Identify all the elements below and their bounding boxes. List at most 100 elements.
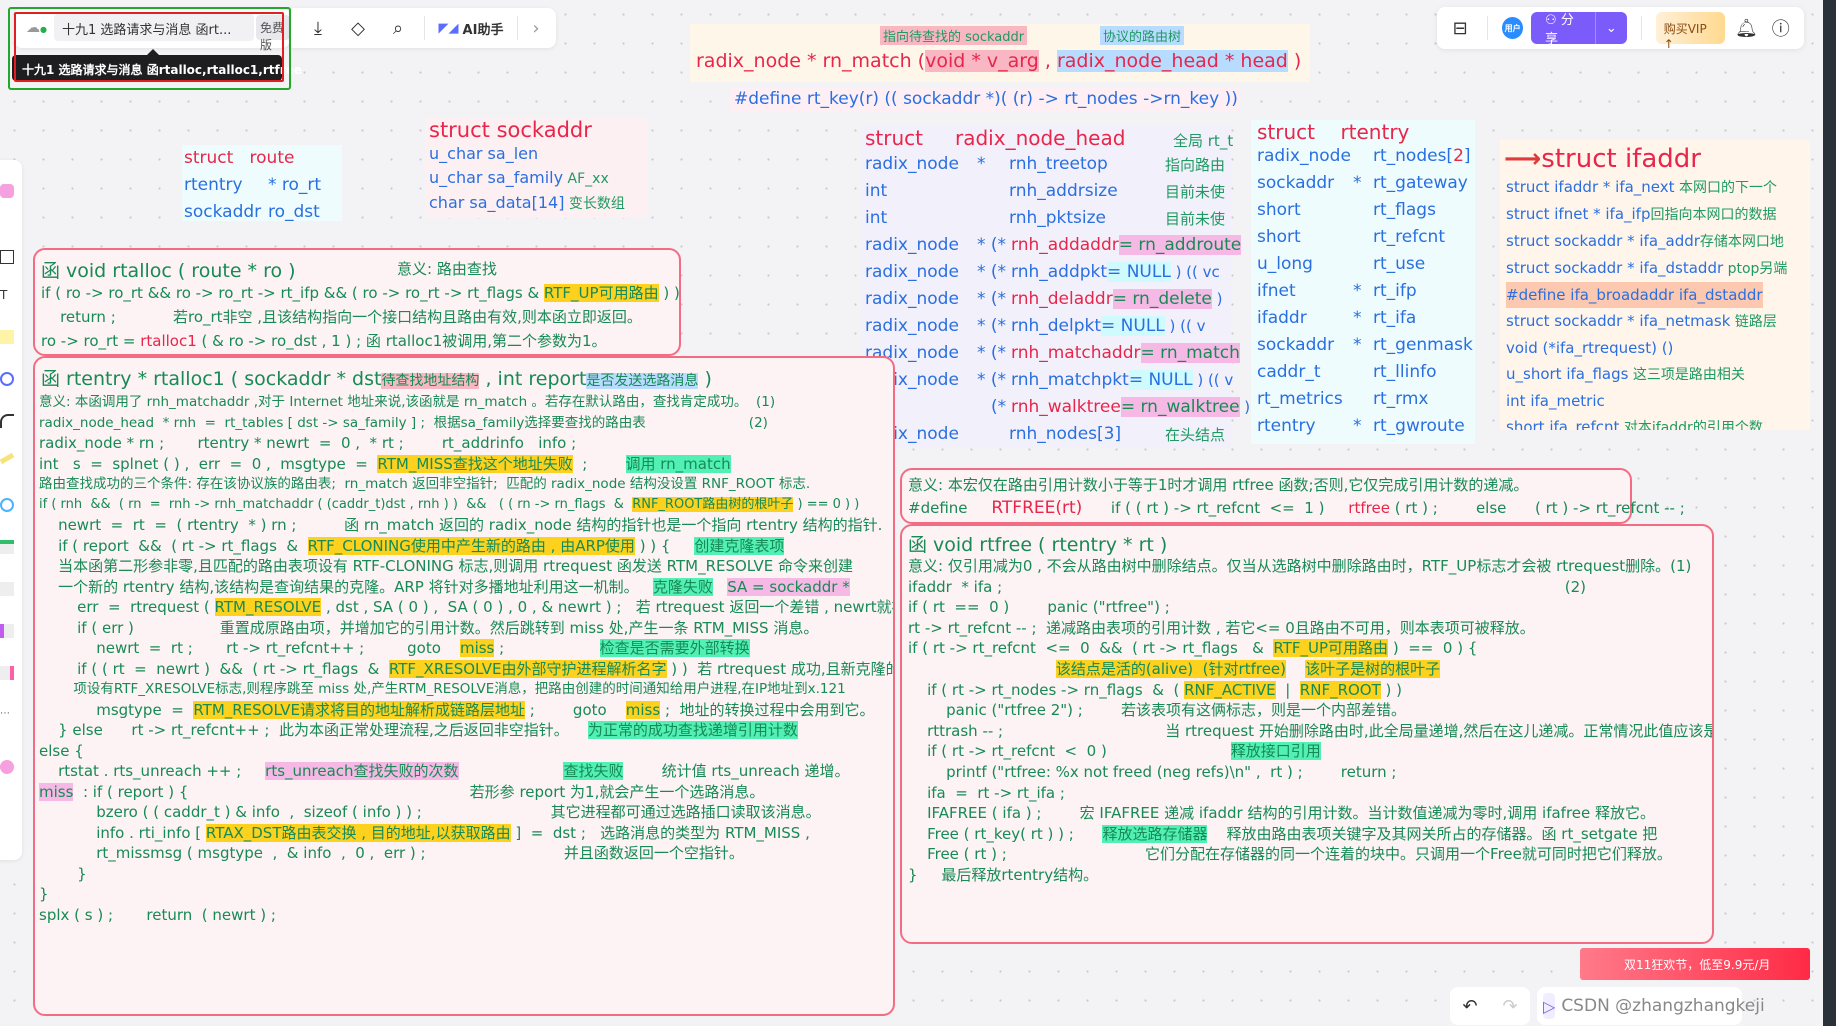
text: rt -> rt_refcnt -- ; 递减路由表项的引用计数 , 若它<= … (908, 618, 1535, 637)
rnh-field: radix_node * (* rnh_addaddr= rn_addroute (865, 235, 1242, 262)
code-line: ifaddr * ifa ; (2) (908, 577, 1712, 598)
code-line: ifa = rt -> rt_ifa ; (908, 783, 1712, 804)
rtalloc1-signature: 函 rtentry * rtalloc1 ( sockaddr * dst待查找… (41, 364, 712, 391)
buy-vip-button[interactable]: 购买VIP ↑ (1655, 12, 1726, 51)
highlight: 为正常的成功查找递增引用计数 (587, 721, 798, 739)
redo-icon[interactable]: ↷ (1502, 996, 1517, 1017)
field-code: struct sockaddr * ifa_netmask (1506, 312, 1731, 330)
mindmap-icon[interactable] (0, 498, 14, 512)
rtentry-field: rt_metrics rt_rmx (1257, 389, 1475, 416)
ifaddr-field: struct sockaddr * ifa_addr存储本网口地 (1506, 228, 1787, 255)
sticky-note-icon[interactable] (0, 330, 14, 344)
more-icon[interactable]: ⋯ (0, 708, 14, 722)
download-icon[interactable]: ⤓ (298, 12, 338, 44)
highlight: SA = sockaddr * (727, 577, 850, 596)
cursor-icon[interactable]: ▷ (1543, 993, 1556, 1019)
bell-icon[interactable]: 🔔︎ (1733, 12, 1759, 44)
rtfree-macro-box: 意义: 本宏仅在路由引用计数小于等于1时才调用 rtfree 函数;否则,它仅完… (900, 468, 1685, 524)
highlight: 调用 rn_match (625, 454, 731, 473)
text: if ( ( rt = newrt ) && ( rt -> rt_flags … (39, 659, 389, 678)
macro-meaning: 意义: 本宏仅在路由引用计数小于等于1时才调用 rtfree 函数;否则,它仅完… (908, 476, 1529, 494)
text: if ( rt == 0 ) panic ("rtfree") ; (908, 598, 1170, 617)
plugin-icon[interactable] (0, 760, 14, 774)
field-note: ) (( v (1164, 317, 1206, 335)
text: } else rt -> rt_refcnt++ ; 此为本函正常处理流程,之后… (39, 721, 588, 739)
document-icon[interactable] (0, 582, 14, 596)
connector-icon[interactable] (0, 414, 14, 428)
code-line: newrt = rt = ( rtentry * ) rn ; 函 rn_mat… (39, 515, 893, 536)
text: if ( rt -> rt_refcnt <= 0 && ( rt -> rt_… (908, 639, 1274, 658)
field-name: rt_flags (1373, 200, 1436, 220)
sockaddr-field: u_char sa_len (429, 142, 647, 166)
rnh-field: int 目前未使 rnh_addrsize (865, 181, 1231, 208)
name: radix_node_head (955, 126, 1126, 150)
text: panic ("rtfree 2") ; 若该表项有这俩标志，则是一个内部差错。 (908, 701, 1406, 720)
code-line: if ( rt == 0 ) panic ("rtfree") ; (908, 597, 1712, 618)
rt-key-define: #define rt_key(r) (( sockaddr *)( (r) ->… (730, 88, 1240, 112)
tag-icon[interactable]: ◇ (338, 12, 378, 44)
rtentry-rows: radix_node rt_nodes[2] sockaddr * rt_gateway… (1257, 146, 1475, 443)
ai-assistant-button[interactable]: ◤◢ AI助手 (431, 12, 511, 44)
rtalloc-signature: 函 void rtalloc ( route * ro ) (41, 260, 296, 282)
highlight: 创建克隆表项 (694, 536, 785, 555)
field-note: 目前未使 (1165, 210, 1226, 228)
text-icon[interactable]: T (0, 288, 14, 302)
rnh-field: radix_node * (* rnh_matchaddr= rn_match (865, 343, 1240, 370)
field-type: radix_node (865, 316, 959, 336)
field-name: ro_dst (268, 202, 320, 222)
fn: rtfree (1348, 499, 1390, 517)
text: ; (494, 639, 600, 657)
template-icon[interactable] (0, 184, 14, 198)
field-name: rt_genmask (1373, 335, 1473, 355)
field-assign: = rn_addroute (1118, 235, 1242, 255)
field-type: int (865, 181, 888, 201)
code-line: printf ("rtfree: %x not freed (neg refs)… (908, 762, 1712, 783)
sig: , int report (479, 368, 587, 390)
text: ifa = rt -> rt_ifa ; (908, 783, 1065, 802)
code-line: newrt = rt ; rt -> rt_refcnt++ ; goto mi… (39, 638, 893, 659)
table-icon[interactable] (0, 540, 14, 554)
field-note: AF_xx (563, 171, 609, 187)
sig-note: 是否发送选路消息 (586, 373, 699, 389)
field-note: 回指向本网口的数据 (1650, 207, 1777, 223)
field-type: radix_node (865, 262, 959, 282)
code-line: 一个新的 rtentry 结构,该结构是查询结果的克隆。ARP 将针对多播地址利… (39, 577, 893, 598)
code-line: } (39, 884, 893, 905)
code-line: int s = splnet ( ) , err = 0 , msgtype =… (39, 454, 893, 475)
field-code: struct sockaddr * ifa_dstaddr (1506, 259, 1724, 277)
text: radix_node_head * rnh = rt_tables [ dst … (39, 414, 768, 431)
frame-icon[interactable] (0, 250, 14, 264)
text: 路由查找成功的三个条件: 存在该协议族的路由表; rn_match 返回非空指针… (39, 476, 811, 492)
share-dropdown-chevron-icon[interactable]: ⌄ (1594, 12, 1627, 44)
text (1286, 660, 1305, 678)
search-icon[interactable]: ⌕ (378, 12, 418, 44)
ifaddr-field: short ifa_refcnt 对本ifaddr的引用个数 (1506, 414, 1787, 430)
code-line: info . rti_info [ RTAX_DST路由表交换 , 目的地址,以… (39, 823, 893, 844)
rnh-field: radix_node * 指向路由 rnh_treetop (865, 154, 1231, 181)
field-assign: = NULL (1128, 370, 1193, 390)
code-line: err = rtrequest ( RTM_RESOLVE , dst , SA… (39, 597, 893, 618)
shape-icon[interactable] (0, 372, 14, 386)
field-code: u_short ifa_flags (1506, 365, 1629, 383)
text: splx ( s ) ; return ( newrt ) ; (39, 905, 276, 924)
help-icon[interactable]: ⓘ (1768, 12, 1794, 44)
text: 当本函第二形参非零,且匹配的路由表项设有 RTF-CLONING 标志,则调用 … (39, 557, 854, 575)
highlight: 释放选路存储器 (1102, 824, 1208, 843)
undo-icon[interactable]: ↶ (1462, 996, 1477, 1017)
avatar[interactable]: 用户 (1502, 17, 1524, 39)
ifaddr-field: struct sockaddr * ifa_netmask 链路层 (1506, 308, 1787, 335)
kanban-icon[interactable] (0, 666, 14, 680)
highlight: rts_unreach查找失败的次数 (265, 762, 459, 780)
chevron-right-icon[interactable]: › (524, 12, 548, 44)
promo-banner[interactable]: 双11狂欢节，低至9.9元/月 (1580, 948, 1810, 980)
field-ptr: * (* (977, 370, 1007, 390)
code-line: if ( ro -> ro_rt && ro -> ro_rt -> rt_if… (41, 282, 680, 303)
share-button[interactable]: ⚇ 分享 ⌄ (1531, 12, 1627, 44)
field-code: struct sockaddr * ifa_addr (1506, 232, 1700, 250)
field-name: rnh_walktree= rn_walktree ) (1011, 397, 1251, 417)
struct-rtentry-card: struct rtentry radix_node rt_nodes[2] sock… (1251, 120, 1475, 444)
macro-define: #define RTFREE(rt) if ( ( rt ) -> rt_ref… (908, 498, 1685, 518)
list-icon[interactable] (0, 624, 14, 638)
pen-icon[interactable] (0, 452, 15, 465)
toolbox-icon[interactable]: ⊟ (1447, 12, 1473, 44)
